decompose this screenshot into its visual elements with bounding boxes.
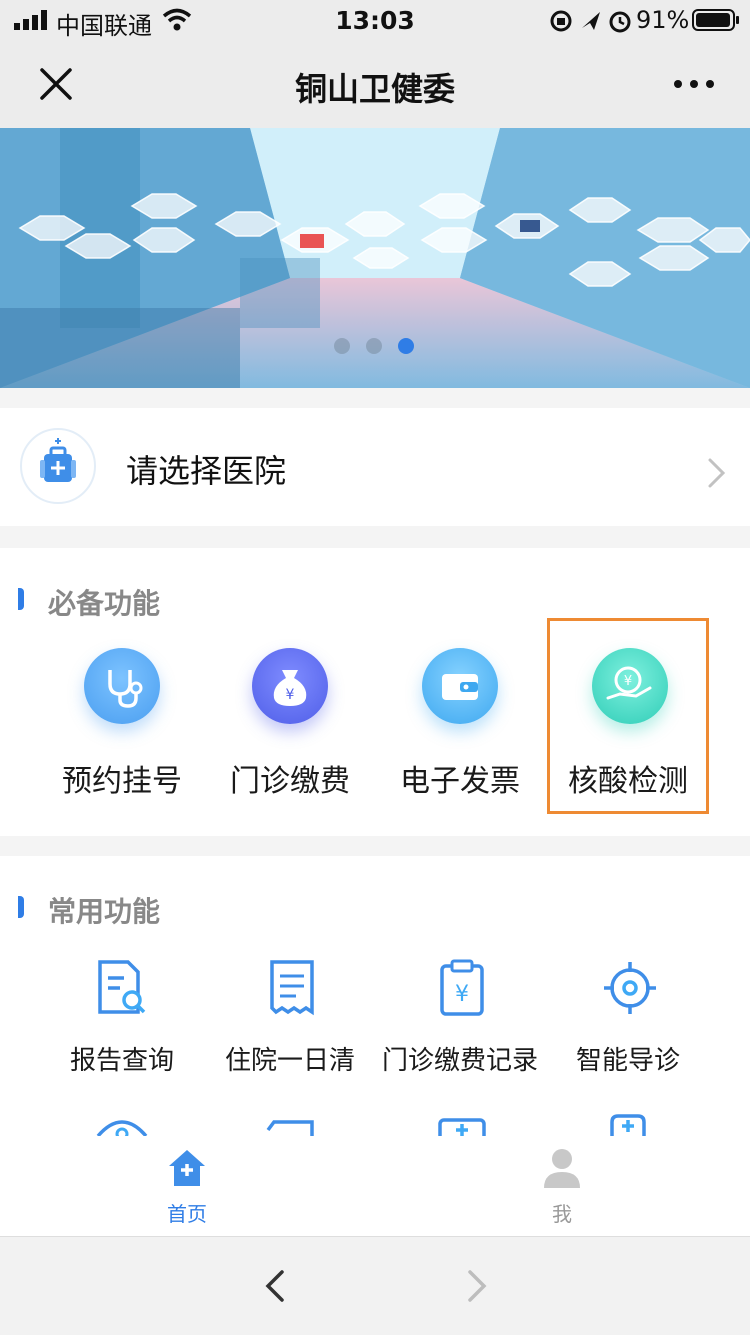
feature-label[interactable]: 智能导诊 <box>538 1040 718 1077</box>
partial-icon <box>438 1118 486 1136</box>
hospital-select-row[interactable] <box>0 408 750 526</box>
feature-label[interactable]: 电子发票 <box>370 756 550 800</box>
svg-text:¥: ¥ <box>286 687 295 703</box>
hospital-bag-icon <box>40 438 76 482</box>
section-title: 常用功能 <box>48 895 161 928</box>
feature-label[interactable]: 住院一日清 <box>200 1040 380 1077</box>
highlight-box <box>547 618 709 814</box>
carousel-dot-active[interactable] <box>398 338 414 354</box>
receipt-icon[interactable] <box>264 958 320 1018</box>
user-icon[interactable] <box>542 1146 582 1188</box>
section-marker <box>18 896 24 918</box>
tab-home[interactable]: 首页 <box>150 1198 224 1227</box>
page-title: 铜山卫健委 <box>294 70 455 108</box>
partial-icon <box>610 1114 646 1136</box>
battery-icon <box>692 9 739 31</box>
svg-text:¥: ¥ <box>455 982 469 1007</box>
feature-label[interactable]: 报告查询 <box>32 1040 212 1077</box>
forward-arrow-icon[interactable] <box>464 1268 490 1304</box>
hospital-icon-badge <box>20 428 96 504</box>
wallet-icon[interactable] <box>422 648 498 724</box>
home-icon[interactable] <box>166 1146 208 1188</box>
carousel-dot[interactable] <box>366 338 382 354</box>
tab-bar <box>0 1136 750 1236</box>
feature-label[interactable]: 预约挂号 <box>32 756 212 800</box>
chevron-right-icon <box>708 458 726 488</box>
partial-icon <box>266 1120 314 1136</box>
status-icons <box>550 10 631 33</box>
partial-icon <box>96 1120 148 1136</box>
back-arrow-icon[interactable] <box>262 1268 288 1304</box>
section-marker <box>18 588 24 610</box>
stethoscope-icon[interactable] <box>84 648 160 724</box>
more-icon[interactable] <box>672 74 716 94</box>
tab-me[interactable]: 我 <box>526 1198 598 1227</box>
payment-record-icon[interactable]: ¥ <box>434 958 490 1018</box>
section-title: 必备功能 <box>48 587 161 620</box>
feature-label[interactable]: 门诊缴费 <box>200 756 380 800</box>
battery-percent: 91% <box>636 6 690 34</box>
hospital-select-label: 请选择医院 <box>126 452 287 490</box>
carousel-dot[interactable] <box>334 338 350 354</box>
browser-toolbar <box>0 1236 750 1335</box>
target-icon[interactable] <box>600 958 660 1018</box>
report-search-icon[interactable] <box>94 958 150 1018</box>
feature-label[interactable]: 门诊缴费记录 <box>370 1040 550 1077</box>
money-bag-icon[interactable]: ¥ <box>252 648 328 724</box>
